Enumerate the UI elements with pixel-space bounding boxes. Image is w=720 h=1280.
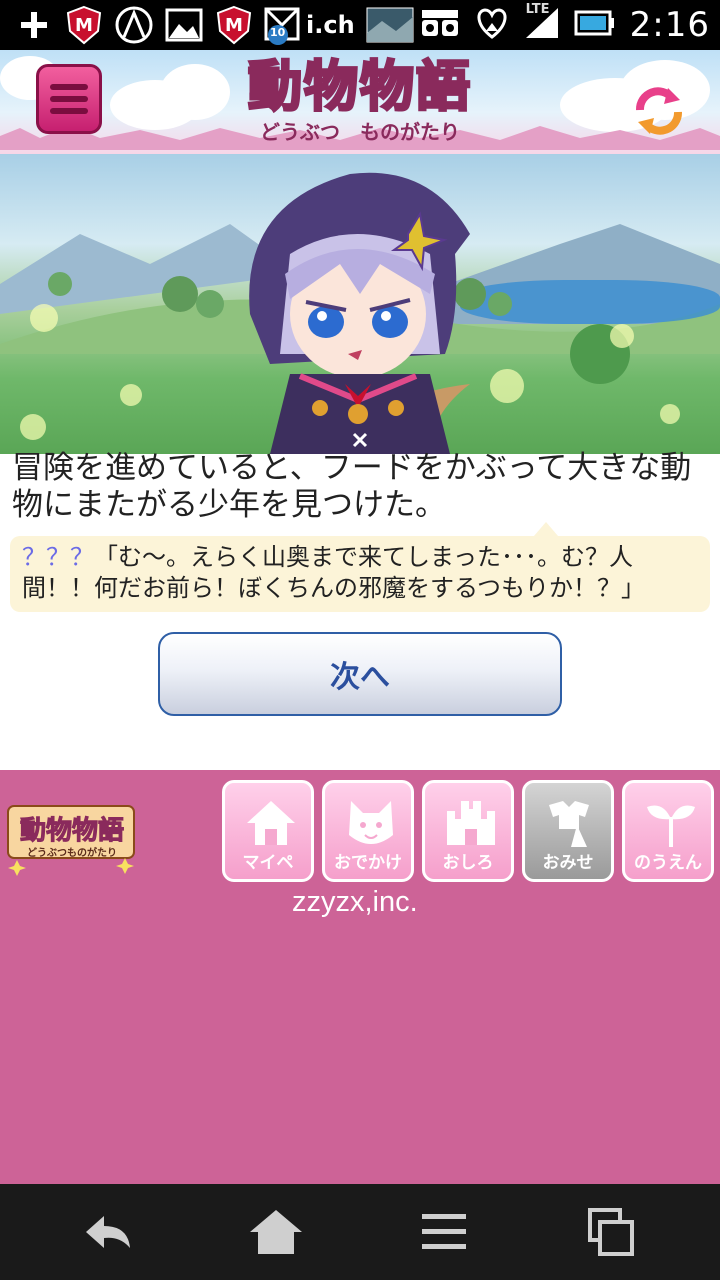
home-icon[interactable] bbox=[246, 1206, 306, 1258]
notification-text: i.ch bbox=[306, 11, 355, 39]
nav-mypage-button[interactable]: マイペ bbox=[222, 780, 314, 882]
mcafee-icon: M bbox=[214, 5, 254, 45]
menu-line bbox=[50, 84, 88, 90]
recent-apps-icon[interactable] bbox=[582, 1206, 642, 1258]
heart-signal-icon bbox=[474, 5, 510, 45]
logo-title: 動物物語 bbox=[247, 54, 472, 120]
system-icons: LTE 2:16 bbox=[420, 2, 710, 46]
menu-icon[interactable] bbox=[414, 1206, 474, 1258]
network-type: LTE bbox=[525, 2, 550, 17]
logo-subtitle: どうぶつ ものがたり bbox=[260, 120, 460, 144]
story-scene-image bbox=[0, 154, 720, 454]
notification-icons: M M 10 i.ch bbox=[14, 4, 415, 46]
footer-nav: マイペ おでかけ おしろ おみせ のうえん bbox=[222, 780, 714, 882]
light-particle bbox=[20, 414, 46, 440]
shop-icon bbox=[549, 801, 589, 847]
speaker-name: ？？？ bbox=[22, 543, 94, 571]
castle-icon bbox=[447, 801, 495, 845]
menu-button[interactable] bbox=[36, 64, 102, 134]
menu-line bbox=[50, 108, 88, 114]
battery-icon bbox=[574, 8, 616, 42]
dialogue-text: 「む～。えらく山奥まで来てしまった･･･。む？人間！！何だお前ら！ぼくちんの邪魔… bbox=[22, 543, 646, 602]
light-particle bbox=[660, 404, 680, 424]
menu-line bbox=[50, 96, 88, 102]
back-icon[interactable] bbox=[78, 1206, 138, 1258]
plus-icon bbox=[14, 5, 54, 45]
nav-outing-button[interactable]: おでかけ bbox=[322, 780, 414, 882]
mail-icon: 10 bbox=[264, 5, 304, 45]
arrow-logo-icon bbox=[114, 5, 154, 45]
light-particle bbox=[610, 324, 634, 348]
status-bar: M M 10 i.ch LTE 2:16 bbox=[0, 0, 720, 50]
nav-castle-button[interactable]: おしろ bbox=[422, 780, 514, 882]
nav-label: おみせ bbox=[542, 853, 594, 873]
footer-logo[interactable]: 動物物語 どうぶつものがたり bbox=[4, 798, 138, 876]
signal-icon: LTE bbox=[524, 2, 560, 44]
refresh-icon[interactable] bbox=[632, 84, 686, 138]
light-particle bbox=[490, 369, 524, 403]
light-particle bbox=[30, 304, 58, 332]
app-logo[interactable]: 動物物語 どうぶつ ものがたり bbox=[180, 54, 540, 150]
cat-face-icon bbox=[349, 801, 393, 844]
nav-label: マイペ bbox=[242, 853, 294, 873]
notification-count-badge: 10 bbox=[270, 26, 286, 39]
light-particle bbox=[120, 384, 142, 406]
nav-label: のうえん bbox=[634, 853, 702, 873]
hooded-character bbox=[249, 172, 470, 454]
sprout-icon bbox=[647, 805, 695, 847]
footer-logo-subtitle: どうぶつものがたり bbox=[27, 848, 117, 859]
thumbnail-icon bbox=[365, 5, 415, 45]
next-button[interactable]: 次へ bbox=[158, 632, 562, 716]
house-icon bbox=[247, 801, 295, 845]
footer-logo-title: 動物物語 bbox=[19, 816, 124, 847]
app-header: 動物物語 どうぶつ ものがたり bbox=[0, 50, 720, 154]
mcafee-icon: M bbox=[64, 5, 104, 45]
picture-icon bbox=[164, 5, 204, 45]
nav-label: おでかけ bbox=[334, 853, 402, 873]
dialogue-bubble: ？？？「む～。えらく山奥まで来てしまった･･･。む？人間！！何だお前ら！ぼくちん… bbox=[10, 522, 710, 612]
system-nav-bar bbox=[0, 1184, 720, 1280]
nav-farm-button[interactable]: のうえん bbox=[622, 780, 714, 882]
binoculars-icon bbox=[420, 6, 460, 44]
svg-text:M: M bbox=[225, 15, 243, 36]
footer: 動物物語 どうぶつものがたり マイペ おでかけ おしろ おみせ のうえん zzy… bbox=[0, 770, 720, 1184]
company-name: zzyzx,inc. bbox=[292, 886, 418, 918]
nav-label: おしろ bbox=[442, 853, 494, 873]
svg-text:M: M bbox=[75, 15, 93, 36]
narration-text: 冒険を進めていると、フードをかぶって大きな動物にまたがる少年を見つけた。 bbox=[12, 450, 692, 523]
clock: 2:16 bbox=[629, 5, 710, 45]
nav-shop-button[interactable]: おみせ bbox=[522, 780, 614, 882]
